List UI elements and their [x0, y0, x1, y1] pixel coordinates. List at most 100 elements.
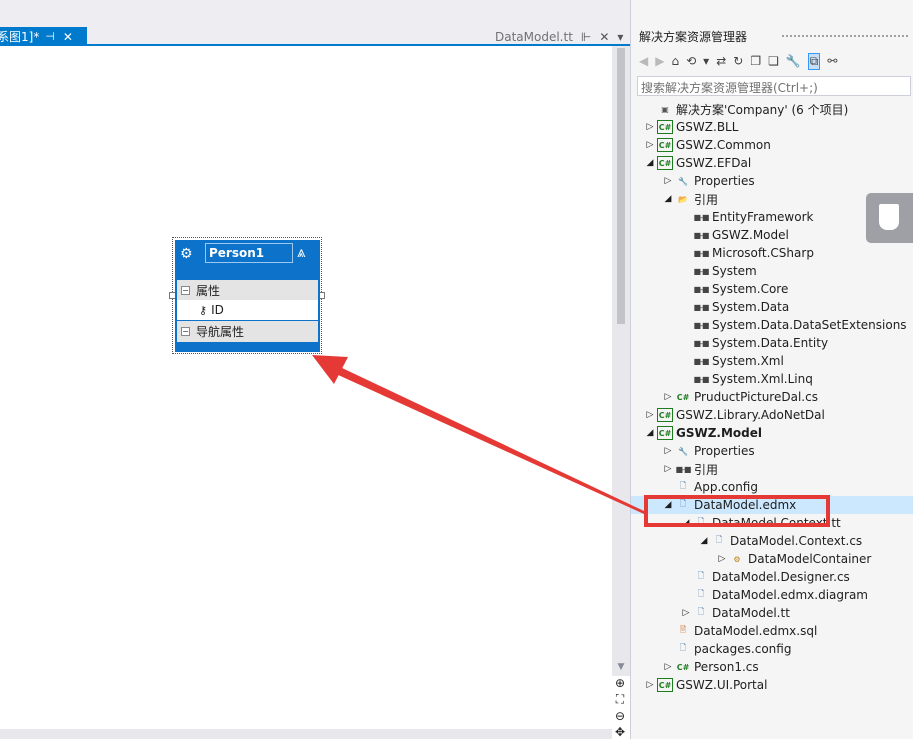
- preview-icon[interactable]: ⧉: [807, 52, 821, 70]
- tree-item[interactable]: ■-■ System.Xml: [631, 352, 913, 370]
- scrollbar-thumb[interactable]: [617, 48, 625, 324]
- property-id-label: ID: [211, 303, 224, 317]
- chevron-down-icon[interactable]: ▾: [703, 54, 709, 68]
- collapse-icon[interactable]: ⩓: [297, 244, 305, 260]
- property-row-id[interactable]: ⚷ ID: [177, 300, 318, 320]
- class-view-icon[interactable]: ⚯: [827, 54, 837, 68]
- history-icon[interactable]: ⟲: [686, 54, 696, 68]
- tree-item[interactable]: ■-■ System.Data.Entity: [631, 334, 913, 352]
- close-icon[interactable]: ✕: [63, 30, 73, 44]
- tree-item[interactable]: ■-■ System.Data.DataSetExtensions: [631, 316, 913, 334]
- zoom-out-icon[interactable]: ⊖: [615, 709, 625, 723]
- tree-item[interactable]: ■-■ Microsoft.CSharp: [631, 244, 913, 262]
- tree-item[interactable]: ▷ ■-■ 引用: [631, 460, 913, 478]
- expanded-arrow-icon[interactable]: ◢: [661, 194, 675, 204]
- forward-icon[interactable]: ▶: [655, 54, 664, 68]
- tree-item[interactable]: 🗋 packages.config: [631, 640, 913, 658]
- horizontal-scrollbar[interactable]: [0, 729, 612, 739]
- scroll-down-icon[interactable]: ▼: [613, 662, 629, 672]
- tree-item[interactable]: ▷ C# GSWZ.BLL: [631, 118, 913, 136]
- tree-item[interactable]: ◢ C# GSWZ.Model: [631, 424, 913, 442]
- tree-item[interactable]: ■-■ System.Data: [631, 298, 913, 316]
- show-all-files-icon[interactable]: ❏: [768, 54, 779, 68]
- collapsed-arrow-icon[interactable]: ▷: [715, 554, 729, 564]
- search-input[interactable]: 搜索解决方案资源管理器(Ctrl+;): [637, 76, 911, 96]
- tree-item[interactable]: 🗎 DataModel.edmx.sql: [631, 622, 913, 640]
- tree-item[interactable]: ▷ C# PruductPictureDal.cs: [631, 388, 913, 406]
- collapse-box-icon[interactable]: −: [181, 327, 190, 336]
- tree-item-label: GSWZ.EFDal: [676, 156, 752, 170]
- tree-item-label: 引用: [694, 192, 719, 207]
- class-icon: ⚙: [733, 554, 741, 564]
- tree-item[interactable]: ▷ 🗋 DataModel.tt: [631, 604, 913, 622]
- collapsed-arrow-icon[interactable]: ▷: [679, 608, 693, 618]
- section-navigation-label: 导航属性: [196, 325, 245, 339]
- back-icon[interactable]: ◀: [639, 54, 648, 68]
- collapsed-arrow-icon[interactable]: ▷: [643, 140, 657, 150]
- pin-icon[interactable]: ⊩: [581, 30, 591, 44]
- tree-item[interactable]: ◢ C# GSWZ.EFDal: [631, 154, 913, 172]
- tab-datamodel-tt-label: DataModel.tt: [495, 30, 573, 44]
- collapse-box-icon[interactable]: −: [181, 285, 190, 295]
- chevron-down-icon[interactable]: ▾: [617, 30, 623, 44]
- tree-item[interactable]: ▷ C# Person1.cs: [631, 658, 913, 676]
- reference-icon: ■-■: [693, 230, 709, 240]
- tree-item[interactable]: ■-■ System.Core: [631, 280, 913, 298]
- collapse-all-icon[interactable]: ❐: [750, 54, 761, 68]
- tree-item[interactable]: ▷ ⚙ DataModelContainer: [631, 550, 913, 568]
- pin-icon[interactable]: ⊣: [45, 30, 55, 43]
- expanded-arrow-icon[interactable]: ◢: [697, 536, 711, 546]
- tree-item-label: System.Xml: [712, 354, 784, 368]
- properties-wrench-icon[interactable]: 🔧: [786, 54, 801, 68]
- close-icon[interactable]: ✕: [599, 30, 609, 44]
- tree-item[interactable]: ▷ C# GSWZ.Common: [631, 136, 913, 154]
- tree-item[interactable]: 🗋 DataModel.Designer.cs: [631, 568, 913, 586]
- title-grip[interactable]: [781, 34, 909, 39]
- collapsed-arrow-icon[interactable]: ▷: [643, 122, 657, 132]
- tree-item-label: packages.config: [694, 642, 792, 656]
- tree-item[interactable]: 🗋 DataModel.edmx.diagram: [631, 586, 913, 604]
- entity-person1[interactable]: ⚙ Person1 ⩓ − 属性 ⚷ ID − 导航属性: [169, 237, 325, 354]
- tree-item[interactable]: ▷ 🔧 Properties: [631, 442, 913, 460]
- collapsed-arrow-icon[interactable]: ▷: [661, 176, 675, 186]
- zoom-fit-icon[interactable]: ⛶: [616, 692, 624, 707]
- tree-item-label: PruductPictureDal.cs: [694, 390, 818, 404]
- reference-icon: ■-■: [675, 464, 691, 474]
- tree-item[interactable]: ■-■ System.Xml.Linq: [631, 370, 913, 388]
- zoom-in-icon[interactable]: ⊕: [615, 676, 625, 690]
- reference-icon: ■-■: [693, 302, 709, 312]
- tree-item-label: System.Xml.Linq: [712, 372, 813, 386]
- tree-item[interactable]: ■-■ System: [631, 262, 913, 280]
- tree-item[interactable]: ▷ 🔧 Properties: [631, 172, 913, 190]
- document-tab-bar: 系图1]* ⊣ ✕ DataModel.tt ⊩ ✕ ▾: [0, 0, 630, 46]
- tree-item-label: System: [712, 264, 757, 278]
- tree-item[interactable]: ▷ C# GSWZ.Library.AdoNetDal: [631, 406, 913, 424]
- tree-item[interactable]: ▷ C# GSWZ.UI.Portal: [631, 676, 913, 694]
- home-icon[interactable]: ⌂: [671, 54, 679, 68]
- tree-item[interactable]: ◢ 🗋 DataModel.Context.cs: [631, 532, 913, 550]
- section-navigation[interactable]: − 导航属性: [177, 320, 318, 342]
- expanded-arrow-icon[interactable]: ◢: [643, 428, 657, 438]
- sync-icon[interactable]: ⇄: [716, 54, 726, 68]
- tree-item-label: Person1.cs: [694, 660, 759, 674]
- key-icon: ⚷: [199, 303, 208, 317]
- refresh-icon[interactable]: ↻: [733, 54, 743, 68]
- tree-item-label: DataModel.Context.cs: [730, 534, 863, 548]
- tree-item[interactable]: ▣ 解决方案'Company' (6 个项目): [631, 100, 913, 118]
- expanded-arrow-icon[interactable]: ◢: [643, 158, 657, 168]
- tree-item-label: 引用: [694, 462, 719, 477]
- section-properties[interactable]: − 属性: [177, 280, 318, 300]
- tree-item-label: Properties: [694, 174, 755, 188]
- collapsed-arrow-icon[interactable]: ▷: [661, 662, 675, 672]
- collapsed-arrow-icon[interactable]: ▷: [643, 410, 657, 420]
- tree-item-label: DataModel.edmx.diagram: [712, 588, 868, 602]
- collapsed-arrow-icon[interactable]: ▷: [661, 464, 675, 474]
- diagram-canvas[interactable]: [0, 46, 612, 729]
- usb-drive-icon[interactable]: [866, 193, 913, 243]
- collapsed-arrow-icon[interactable]: ▷: [661, 446, 675, 456]
- collapsed-arrow-icon[interactable]: ▷: [643, 680, 657, 690]
- entity-name-field[interactable]: Person1: [205, 243, 293, 263]
- tree-item[interactable]: 🗋 App.config: [631, 478, 913, 496]
- collapsed-arrow-icon[interactable]: ▷: [661, 392, 675, 402]
- pan-icon[interactable]: ✥: [615, 725, 625, 739]
